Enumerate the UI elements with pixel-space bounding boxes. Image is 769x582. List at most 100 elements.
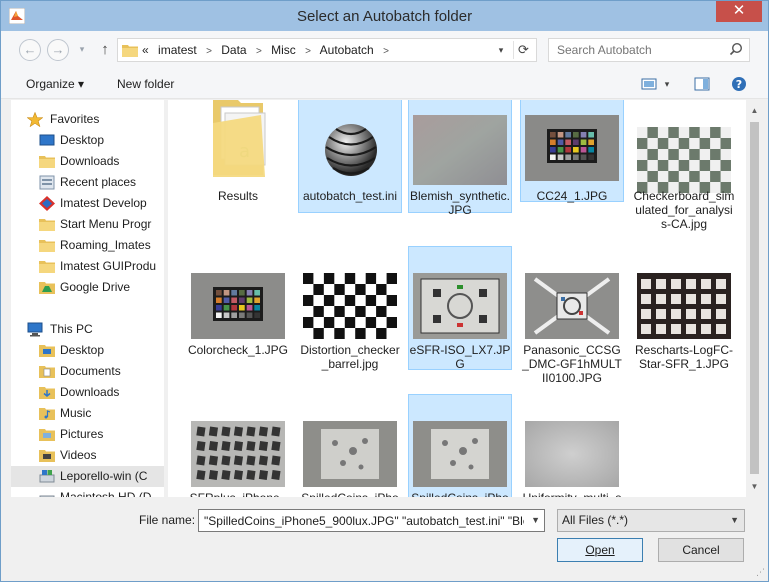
- view-options-chevron-icon[interactable]: ▾: [661, 75, 673, 93]
- cancel-button[interactable]: Cancel: [658, 538, 744, 562]
- nav-this-pc[interactable]: This PC: [11, 319, 164, 340]
- address-dropdown-chevron-icon[interactable]: ▾: [494, 43, 508, 57]
- favorites-item[interactable]: Start Menu Progr: [11, 214, 164, 235]
- file-item[interactable]: SpilledCoins_iPhone5_900lux.JPG: [408, 394, 512, 497]
- scrollbar-thumb[interactable]: [750, 122, 759, 474]
- favorites-item[interactable]: Desktop: [11, 130, 164, 151]
- breadcrumb-separator-icon[interactable]: >: [305, 46, 311, 57]
- file-type-select[interactable]: All Files (*.*) ▼: [557, 509, 745, 532]
- file-item[interactable]: Uniformity_multi_spot.jpg: [520, 394, 624, 497]
- recent-places-icon: [39, 175, 55, 190]
- favorites-item-label: Imatest GUIProdu: [60, 259, 157, 273]
- favorites-item[interactable]: Recent places: [11, 172, 164, 193]
- thispc-item[interactable]: Macintosh HD (D: [11, 487, 164, 497]
- thispc-item-label: Music: [60, 406, 92, 420]
- file-item[interactable]: Distortion_checker_barrel.jpg: [298, 246, 402, 371]
- favorites-item[interactable]: Downloads: [11, 151, 164, 172]
- preview-pane-icon[interactable]: [694, 75, 710, 93]
- search-icon[interactable]: [729, 42, 743, 56]
- title-bar[interactable]: Select an Autobatch folder ✕: [1, 1, 768, 31]
- search-box[interactable]: [548, 38, 750, 62]
- image-thumbnail: [525, 273, 619, 342]
- favorites-item-label: Downloads: [60, 154, 120, 168]
- nav-this-pc-label: This PC: [50, 322, 93, 336]
- navigation-pane[interactable]: Favorites Desktop Downloads Recent places I…: [11, 100, 164, 497]
- file-item[interactable]: Panasonic_CCSG_DMC-GF1hMULTII0100.JPG: [520, 246, 624, 385]
- organize-button[interactable]: Organize ▾: [26, 77, 84, 91]
- downloads-folder-icon: [39, 154, 55, 169]
- breadcrumb-separator-icon[interactable]: >: [206, 46, 212, 57]
- breadcrumb-item-autobatch[interactable]: Autobatch: [320, 43, 374, 57]
- file-item[interactable]: eSFR-ISO_LX7.JPG: [408, 246, 512, 371]
- file-name-caption: Colorcheck_1.JPG: [187, 343, 289, 357]
- breadcrumb-item-imatest[interactable]: imatest: [158, 43, 197, 57]
- file-item[interactable]: Rescharts-LogFC-Star-SFR_1.JPG: [632, 246, 736, 371]
- file-name-label-text: File name:: [139, 513, 196, 527]
- favorites-item-label: Google Drive: [60, 280, 131, 294]
- desktop-icon: [39, 133, 55, 148]
- thispc-item[interactable]: Downloads: [11, 382, 164, 403]
- thispc-item[interactable]: Documents: [11, 361, 164, 382]
- breadcrumb-item-misc[interactable]: Misc: [271, 43, 296, 57]
- file-item[interactable]: Blemish_synthetic.JPG: [408, 100, 512, 217]
- open-button[interactable]: Open: [557, 538, 643, 562]
- breadcrumb-separator-icon[interactable]: >: [383, 46, 389, 57]
- back-button[interactable]: ←: [19, 39, 41, 61]
- folder-item[interactable]: a Results: [186, 100, 290, 203]
- videos-folder-icon: [39, 448, 55, 463]
- file-name-caption: SpilledCoins_iPhone5_25lux.JPG: [299, 491, 401, 497]
- file-name-input[interactable]: [202, 511, 526, 530]
- file-type-value: All Files (*.*): [562, 513, 629, 527]
- open-button-label: Open: [585, 543, 615, 557]
- file-list-view[interactable]: a Results autobatch_test.ini Blemish_synthe…: [168, 100, 746, 497]
- command-toolbar: Organize ▾ New folder ▾ ?: [1, 69, 768, 99]
- up-arrow-icon[interactable]: ↑: [97, 40, 113, 60]
- file-item[interactable]: SFRplus_iPhone_5.JPG: [186, 394, 290, 497]
- favorites-item[interactable]: Google Drive: [11, 277, 164, 298]
- file-item[interactable]: SpilledCoins_iPhone5_25lux.JPG: [298, 394, 402, 497]
- favorites-item[interactable]: Imatest Develop: [11, 193, 164, 214]
- file-name-caption: Panasonic_CCSG_DMC-GF1hMULTII0100.JPG: [522, 343, 622, 385]
- refresh-icon[interactable]: ⟳: [513, 41, 533, 59]
- thispc-item[interactable]: Pictures: [11, 424, 164, 445]
- close-button[interactable]: ✕: [716, 1, 762, 22]
- thispc-item[interactable]: Music: [11, 403, 164, 424]
- nav-favorites-label: Favorites: [50, 112, 100, 126]
- documents-folder-icon: [39, 364, 55, 379]
- forward-button[interactable]: →: [47, 39, 69, 61]
- new-folder-button[interactable]: New folder: [117, 77, 174, 91]
- breadcrumb-item-data[interactable]: Data: [221, 43, 246, 57]
- thispc-item[interactable]: Desktop: [11, 340, 164, 361]
- file-dialog-window: Select an Autobatch folder ✕ ← → ▾ ↑ « i…: [0, 0, 769, 582]
- thispc-item[interactable]: Leporello-win (C: [11, 466, 164, 487]
- favorites-item[interactable]: Imatest GUIProdu: [11, 256, 164, 277]
- window-title: Select an Autobatch folder: [296, 8, 473, 25]
- file-item[interactable]: Colorcheck_1.JPG: [186, 246, 290, 357]
- change-view-icon[interactable]: [641, 75, 657, 93]
- help-icon[interactable]: ?: [731, 75, 747, 93]
- file-name-combobox[interactable]: ▼: [198, 509, 545, 532]
- scroll-up-icon[interactable]: ▲: [746, 102, 763, 119]
- file-name-caption: SFRplus_iPhone_5.JPG: [187, 491, 289, 497]
- file-name-dropdown-chevron-icon[interactable]: ▼: [531, 515, 540, 525]
- thispc-item-label: Videos: [60, 448, 97, 462]
- vertical-scrollbar[interactable]: ▲ ▼: [746, 100, 763, 497]
- search-input[interactable]: [555, 40, 725, 60]
- favorites-item-label: Start Menu Progr: [60, 217, 152, 231]
- file-item[interactable]: Checkerboard_simulated_for_analysis-CA.j…: [632, 100, 736, 231]
- breadcrumb-overflow[interactable]: «: [142, 43, 149, 57]
- file-type-dropdown-chevron-icon[interactable]: ▼: [730, 510, 739, 531]
- resize-grip-icon[interactable]: ⋰: [756, 567, 765, 578]
- nav-favorites[interactable]: Favorites: [11, 109, 164, 130]
- recent-locations-chevron-icon[interactable]: ▾: [75, 39, 89, 61]
- file-item[interactable]: CC24_1.JPG: [520, 100, 624, 203]
- music-folder-icon: [39, 406, 55, 421]
- file-item[interactable]: autobatch_test.ini: [298, 100, 402, 213]
- favorites-item[interactable]: Roaming_Imates: [11, 235, 164, 256]
- address-bar[interactable]: « imatest > Data > Misc > Autobatch > ▾ …: [117, 38, 537, 62]
- file-name-caption: Results: [217, 189, 258, 203]
- thispc-item[interactable]: Videos: [11, 445, 164, 466]
- breadcrumb-separator-icon[interactable]: >: [256, 46, 262, 57]
- file-name-caption: autobatch_test.ini: [302, 189, 398, 203]
- scroll-down-icon[interactable]: ▼: [746, 478, 763, 495]
